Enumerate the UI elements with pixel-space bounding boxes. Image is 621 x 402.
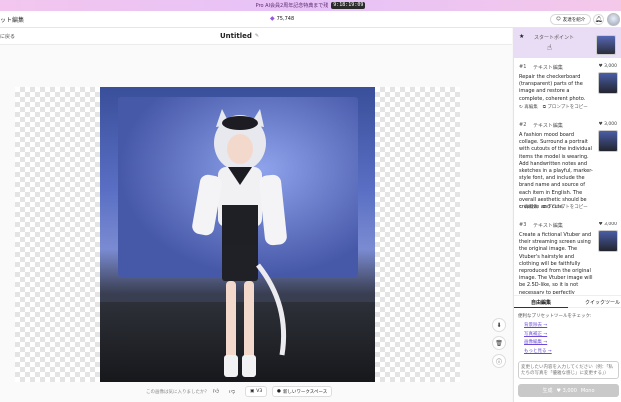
prompt-input-box[interactable] xyxy=(518,361,619,379)
preset-link[interactable]: もっと見る → xyxy=(524,348,552,357)
start-point-card[interactable]: ★ スタートポイント ☝ xyxy=(514,28,621,58)
gem-icon: ◆ xyxy=(270,15,275,22)
thumbs-up-icon[interactable]: 👍︎ xyxy=(211,387,221,397)
item-actions: ↻ 再編集 ⧉ プロンプトをコピー xyxy=(519,204,588,210)
item-cost: ♥ 3,000 xyxy=(598,122,617,127)
generate-label: 生成 xyxy=(542,388,553,394)
item-cost: ♥ 3,000 xyxy=(598,64,617,69)
item-number: #2 xyxy=(519,122,527,128)
history-panel: ★ スタートポイント ☝ #1 テキスト編集 ♥ 3,000 Repair th… xyxy=(513,28,621,402)
generate-suffix: Mono xyxy=(580,387,595,394)
download-icon[interactable]: ⬇ xyxy=(492,318,506,332)
preset-link[interactable]: 画像編集 → xyxy=(524,339,552,348)
copy-prompt-label: プロンプトをコピー xyxy=(547,105,588,110)
thumbs-down-icon[interactable]: 👎︎ xyxy=(227,387,237,397)
item-thumbnail[interactable] xyxy=(598,130,618,152)
history-item[interactable]: #2 テキスト編集 ♥ 3,000 A fashion mood board c… xyxy=(517,122,619,212)
hand-pointer-icon: ☝ xyxy=(547,43,552,52)
version-button[interactable]: ▣ V3 xyxy=(245,386,268,397)
reedit-label: 再編集 xyxy=(524,205,538,210)
generate-cost: ♥ 3,000 xyxy=(556,387,577,394)
item-cost-value: 3,000 xyxy=(604,64,617,69)
back-link[interactable]: に戻る xyxy=(0,33,15,40)
editor-subbar: に戻る Untitled ✎ xyxy=(0,28,512,45)
copy-prompt-button[interactable]: ⧉ プロンプトをコピー xyxy=(543,204,588,210)
reedit-button[interactable]: ↻ 再編集 xyxy=(519,104,538,110)
history-item[interactable]: #3 テキスト編集 ♥ 3,000 Create a fictional Vtu… xyxy=(517,222,619,294)
preset-link[interactable]: 写真補正 → xyxy=(524,331,552,340)
item-thumbnail[interactable] xyxy=(598,230,618,252)
item-type: テキスト編集 xyxy=(533,223,563,229)
generate-cost-value: 3,000 xyxy=(562,387,577,394)
app-title: ット編集 xyxy=(0,17,25,24)
promo-text: Pro AI会員2周年記念特典まで残 xyxy=(255,3,329,9)
preset-link[interactable]: 背景除去 → xyxy=(524,322,552,331)
document-title[interactable]: Untitled ✎ xyxy=(220,32,259,40)
image-preview[interactable] xyxy=(100,87,375,382)
delete-icon[interactable]: 🗑︎ xyxy=(492,336,506,350)
start-point-label: スタートポイント xyxy=(534,35,575,41)
credit-balance[interactable]: ◆ 75,748 xyxy=(270,15,294,22)
tab-quick-tool[interactable]: クイックツール xyxy=(585,299,620,306)
copy-prompt-label: プロンプトをコピー xyxy=(547,205,588,210)
promo-banner[interactable]: Pro AI会員2周年記念特典まで残 9:18:19:09 xyxy=(0,0,621,11)
promo-timer: 9:18:19:09 xyxy=(331,2,366,9)
refer-friend-button[interactable]: ☺ 友達を紹介 xyxy=(550,14,592,25)
star-icon: ★ xyxy=(519,33,525,40)
edit-mode-tabs: 自由編集 クイックツール xyxy=(514,295,621,308)
chat-icon: ● xyxy=(277,389,281,394)
version-label: V3 xyxy=(256,389,263,394)
item-cost: ♥ 3,000 xyxy=(598,222,617,227)
tab-free-edit[interactable]: 自由編集 xyxy=(531,299,551,306)
item-number: #3 xyxy=(519,222,527,228)
new-workspace-label: 新しいワークスペース xyxy=(282,389,328,395)
prompt-input[interactable] xyxy=(519,362,618,378)
item-number: #1 xyxy=(519,64,527,70)
item-cost-value: 3,000 xyxy=(604,122,617,127)
generate-button[interactable]: 生成 ♥ 3,000 Mono xyxy=(518,384,619,397)
item-cost-value: 3,000 xyxy=(604,222,617,227)
feedback-question: この画像は気に入りましたか？ xyxy=(146,390,209,395)
item-prompt: Repair the checkerboard (transparent) pa… xyxy=(519,74,586,102)
bell-icon[interactable]: 🔔︎ xyxy=(593,14,604,25)
document-title-text: Untitled xyxy=(220,32,252,40)
preset-hint: 便利なプリセットツールをチェック: xyxy=(518,314,592,319)
figurine-illustration xyxy=(192,109,287,377)
pencil-icon[interactable]: ✎ xyxy=(255,33,259,39)
item-thumbnail[interactable] xyxy=(598,72,618,94)
preset-links: 背景除去 → 写真補正 → 画像編集 → もっと見る → xyxy=(524,322,552,356)
bottom-bar: この画像は気に入りましたか？ 👍︎ 👎︎ ▣ V3 ● 新しいワークスペース xyxy=(0,383,512,402)
reedit-label: 再編集 xyxy=(524,105,538,110)
avatar[interactable] xyxy=(607,13,620,26)
image-icon: ▣ xyxy=(250,389,255,394)
copy-prompt-button[interactable]: ⧉ プロンプトをコピー xyxy=(543,104,588,110)
item-actions: ↻ 再編集 ⧉ プロンプトをコピー xyxy=(519,104,588,110)
credit-count: 75,748 xyxy=(276,15,295,22)
person-icon: ☺ xyxy=(556,17,561,22)
top-bar: ット編集 ◆ 75,748 ☺ 友達を紹介 🔔︎ xyxy=(0,11,621,28)
item-type: テキスト編集 xyxy=(533,65,563,71)
item-prompt: Create a fictional Vtuber and their stre… xyxy=(519,232,593,294)
reedit-button[interactable]: ↻ 再編集 xyxy=(519,204,538,210)
new-workspace-button[interactable]: ● 新しいワークスペース xyxy=(272,386,333,397)
refer-label: 友達を紹介 xyxy=(562,17,586,23)
canvas-area: ⬇ 🗑︎ ⓘ xyxy=(0,45,512,402)
start-thumbnail[interactable] xyxy=(596,35,616,55)
item-type: テキスト編集 xyxy=(533,123,563,129)
item-prompt: A fashion mood board collage. Surround a… xyxy=(519,132,593,211)
active-tab-indicator xyxy=(514,306,568,308)
info-icon[interactable]: ⓘ xyxy=(492,354,506,368)
